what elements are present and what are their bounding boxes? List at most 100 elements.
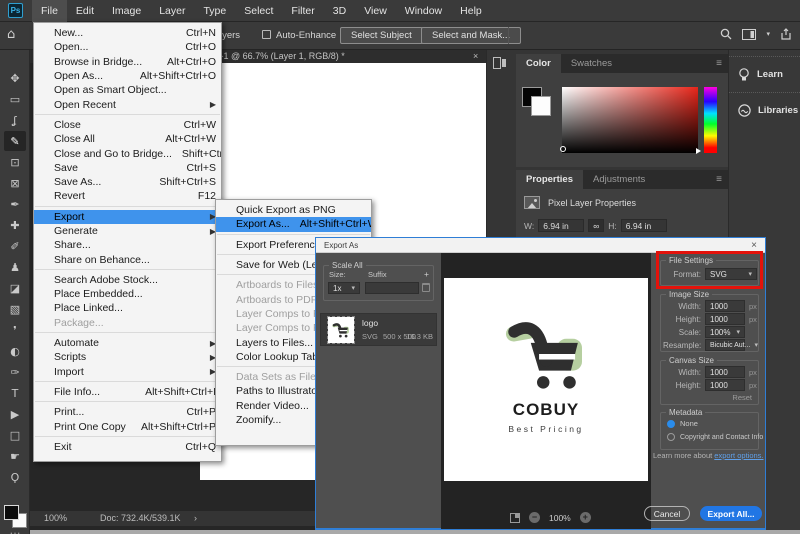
menu-item-open-as-smart-object[interactable]: Open as Smart Object... [34,83,221,97]
menubar-item-help[interactable]: Help [451,0,491,22]
canvas-height-input[interactable]: 1000 [705,379,745,391]
color-saturation-field[interactable] [562,87,698,153]
tab-properties[interactable]: Properties [516,170,583,189]
hand-tool-icon[interactable]: ☛ [4,446,26,466]
metadata-copyright-option[interactable]: Copyright and Contact Info [680,434,763,441]
size-select[interactable]: 1x▾ [328,282,360,294]
menu-item-open[interactable]: Open...Ctrl+O [34,40,221,54]
menu-item-generate[interactable]: Generate▶ [34,224,221,238]
menu-item-scripts[interactable]: Scripts▶ [34,350,221,364]
spot-healing-brush-tool-icon[interactable]: ✚ [4,215,26,235]
move-tool-icon[interactable]: ✥ [4,68,26,88]
tab-color[interactable]: Color [516,54,561,73]
radio-none-icon[interactable] [667,420,675,428]
delete-scale-icon[interactable] [422,283,430,292]
suffix-input[interactable] [365,282,419,294]
rectangular-marquee-tool-icon[interactable]: ▭ [4,89,26,109]
export-options-link[interactable]: export options. [714,451,763,460]
frame-tool-icon[interactable]: ⊠ [4,173,26,193]
menu-item-export[interactable]: Export▶ [34,210,221,224]
zoom-tool-icon[interactable]: Ϙ [4,467,26,487]
layer-width-field[interactable]: 6.94 in [538,219,584,232]
menu-item-revert[interactable]: RevertF12 [34,189,221,203]
metadata-none-option[interactable]: None [680,419,698,428]
tab-swatches[interactable]: Swatches [561,54,622,73]
panel-menu-icon[interactable]: ≡ [716,54,728,73]
canvas-width-input[interactable]: 1000 [705,366,745,378]
collapse-panels-icon[interactable] [493,57,506,69]
menu-item-close-and-go-to-bridge[interactable]: Close and Go to Bridge...Shift+Ctrl+W [34,146,221,160]
brush-tool-icon[interactable]: ✐ [4,236,26,256]
menu-item-share-on-behance[interactable]: Share on Behance... [34,252,221,266]
clone-stamp-tool-icon[interactable]: ♟ [4,257,26,277]
photoshop-logo[interactable]: Ps [8,3,23,18]
preview-zoom-level[interactable]: 100% [549,513,571,523]
rail-item-learn[interactable]: Learn [729,56,800,92]
link-dimensions-icon[interactable]: ∞ [588,219,604,232]
hue-slider[interactable] [704,87,717,153]
resample-select[interactable]: Bicubic Aut...▾ [705,339,745,351]
tab-close-icon[interactable]: × [473,51,478,61]
select-subject-button[interactable]: Select Subject [340,27,423,44]
blur-tool-icon[interactable]: ❜ [4,320,26,340]
color-picker-marker[interactable] [560,146,566,152]
fit-screen-icon[interactable] [510,513,520,523]
share-icon[interactable] [780,28,792,40]
menubar-item-image[interactable]: Image [103,0,150,22]
background-color-swatch[interactable] [531,96,551,116]
menubar-item-select[interactable]: Select [235,0,282,22]
export-layer-item[interactable]: logo SVG 500 x 500 16.3 KB [320,313,437,346]
menu-item-file-info[interactable]: File Info...Alt+Shift+Ctrl+I [34,385,221,399]
dodge-tool-icon[interactable]: ◐ [4,341,26,361]
rectangle-tool-icon[interactable]: □ [4,425,26,445]
cancel-button[interactable]: Cancel [644,506,690,521]
menu-item-place-linked[interactable]: Place Linked... [34,301,221,315]
menu-item-save[interactable]: SaveCtrl+S [34,161,221,175]
zoom-out-icon[interactable]: − [529,512,540,523]
menu-item-browse-in-bridge[interactable]: Browse in Bridge...Alt+Ctrl+O [34,55,221,69]
image-width-input[interactable]: 1000 [705,300,745,312]
pen-tool-icon[interactable]: ✑ [4,362,26,382]
menu-item-exit[interactable]: ExitCtrl+Q [34,440,221,454]
type-tool-icon[interactable]: T [4,383,26,403]
select-and-mask-button[interactable]: Select and Mask... [421,27,521,44]
menu-item-open-as[interactable]: Open As...Alt+Shift+Ctrl+O [34,69,221,83]
lasso-tool-icon[interactable]: ʆ [4,110,26,130]
menubar-item-type[interactable]: Type [194,0,235,22]
zoom-in-icon[interactable]: + [580,512,591,523]
crop-tool-icon[interactable]: ⊡ [4,152,26,172]
search-icon[interactable] [720,28,732,40]
menu-item-save-as[interactable]: Save As...Shift+Ctrl+S [34,175,221,189]
status-chevron-icon[interactable]: › [194,513,197,523]
menubar-item-file[interactable]: File [32,0,67,22]
menubar-item-filter[interactable]: Filter [282,0,323,22]
menu-item-import[interactable]: Import▶ [34,365,221,379]
workspace-icon[interactable] [742,29,756,40]
menubar-item-3d[interactable]: 3D [324,0,355,22]
menu-item-close[interactable]: CloseCtrl+W [34,118,221,132]
menu-item-open-recent[interactable]: Open Recent▶ [34,97,221,111]
menubar-item-edit[interactable]: Edit [67,0,103,22]
menubar-item-window[interactable]: Window [396,0,451,22]
menu-item-quick-export-as-png[interactable]: Quick Export as PNG [216,203,371,217]
auto-enhance-checkbox[interactable]: Auto-Enhance [262,30,336,41]
menu-item-new[interactable]: New...Ctrl+N [34,26,221,40]
status-zoom[interactable]: 100% [44,513,67,523]
menu-item-print-one-copy[interactable]: Print One CopyAlt+Shift+Ctrl+P [34,419,221,433]
menu-item-automate[interactable]: Automate▶ [34,336,221,350]
menu-item-search-adobe-stock[interactable]: Search Adobe Stock... [34,273,221,287]
image-height-input[interactable]: 1000 [705,313,745,325]
chevron-down-icon[interactable]: ▾ [766,30,770,38]
eraser-tool-icon[interactable]: ◪ [4,278,26,298]
menu-item-package[interactable]: Package... [34,316,221,330]
menu-item-print[interactable]: Print...Ctrl+P [34,405,221,419]
path-selection-tool-icon[interactable]: ▶ [4,404,26,424]
export-all-button[interactable]: Export All... [700,506,762,521]
menu-item-close-all[interactable]: Close AllAlt+Ctrl+W [34,132,221,146]
menu-item-share[interactable]: Share... [34,238,221,252]
home-icon[interactable]: ⌂ [7,27,15,42]
menubar-item-layer[interactable]: Layer [150,0,194,22]
eyedropper-tool-icon[interactable]: ✒ [4,194,26,214]
quick-selection-tool-icon[interactable]: ✎ [4,131,26,151]
preview-canvas[interactable]: COBUY Best Pricing [444,278,648,481]
